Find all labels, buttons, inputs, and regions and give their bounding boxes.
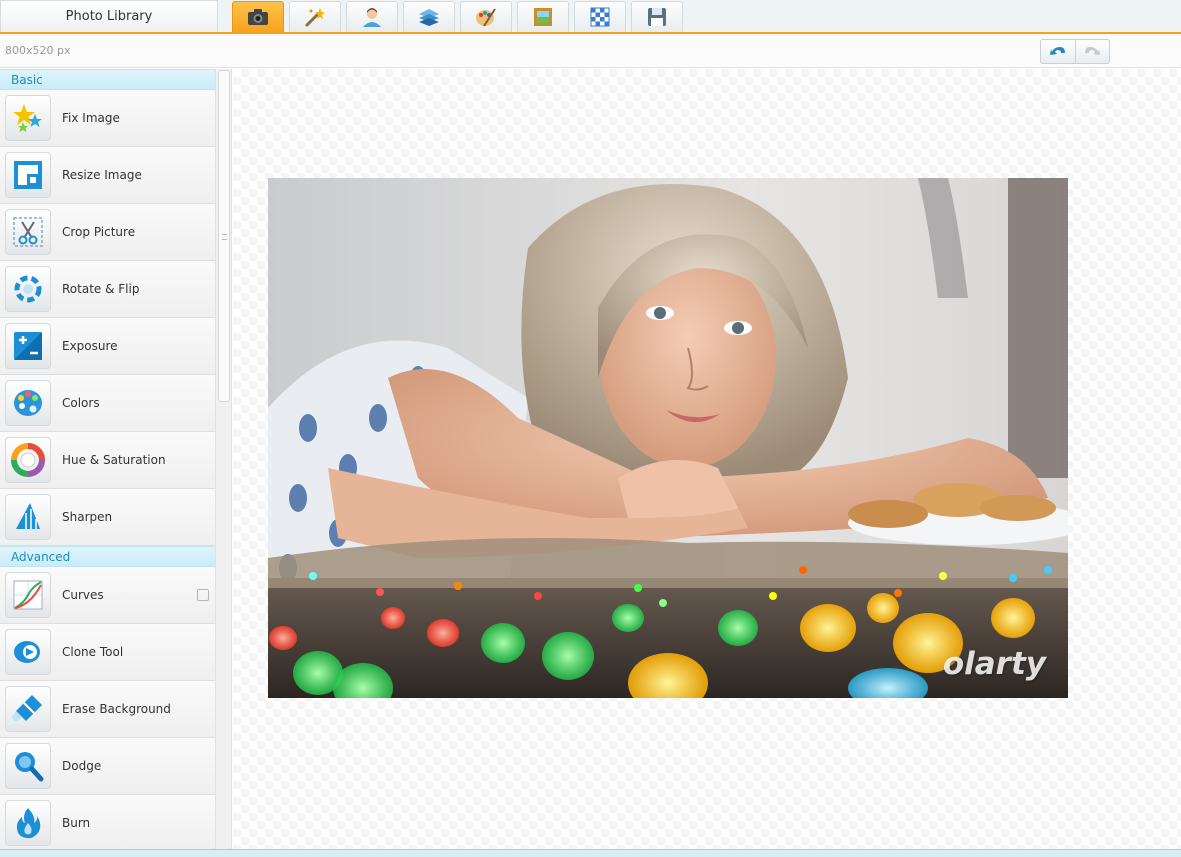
transparency-icon <box>590 7 610 27</box>
tool-label: Exposure <box>62 339 118 353</box>
tab-save[interactable] <box>631 1 683 32</box>
sidebar-scrollbar[interactable] <box>215 69 232 857</box>
bottom-bar <box>0 849 1181 857</box>
tab-layers[interactable] <box>403 1 455 32</box>
tab-transparency[interactable] <box>574 1 626 32</box>
clone-icon <box>14 641 40 663</box>
tool-colors[interactable]: Colors <box>0 375 215 432</box>
tool-label: Erase Background <box>62 702 171 716</box>
grip-icon <box>222 234 227 240</box>
tool-curves[interactable]: Curves <box>0 567 215 624</box>
undo-icon <box>1049 46 1065 55</box>
toolbar-tabs <box>232 1 688 32</box>
tool-label: Crop Picture <box>62 225 136 239</box>
tool-hue-saturation[interactable]: Hue & Saturation <box>0 432 215 489</box>
tool-label: Colors <box>62 396 100 410</box>
exposure-icon <box>14 332 42 360</box>
image-dimensions: 800x520 px <box>5 44 71 57</box>
section-basic: Basic <box>0 69 215 90</box>
tool-label: Burn <box>62 816 91 830</box>
tools-sidebar: Basic Fix Image Resize Image Crop Pictur… <box>0 69 215 857</box>
magnifier-icon <box>15 752 44 782</box>
flame-icon <box>16 808 41 839</box>
undo-button[interactable] <box>1041 40 1075 63</box>
external-icon[interactable] <box>197 589 209 601</box>
tab-frames[interactable] <box>517 1 569 32</box>
tool-sharpen[interactable]: Sharpen <box>0 489 215 546</box>
tab-paint[interactable] <box>460 1 512 32</box>
tab-portrait[interactable] <box>346 1 398 32</box>
tool-label: Hue & Saturation <box>62 453 166 467</box>
frame-icon <box>534 8 552 26</box>
tool-label: Fix Image <box>62 111 120 125</box>
camera-icon <box>248 9 268 25</box>
tool-burn[interactable]: Burn <box>0 795 215 852</box>
save-icon <box>648 8 666 26</box>
image-info-bar: 800x520 px <box>0 34 1181 68</box>
redo-icon <box>1085 46 1101 55</box>
tool-exposure[interactable]: Exposure <box>0 318 215 375</box>
tool-label: Dodge <box>62 759 102 773</box>
tool-erase-background[interactable]: Erase Background <box>0 681 215 738</box>
tool-label: Resize Image <box>62 168 142 182</box>
tool-dodge[interactable]: Dodge <box>0 738 215 795</box>
layers-icon <box>419 9 439 26</box>
eraser-icon <box>12 695 42 721</box>
sharpen-icon <box>16 503 40 529</box>
portrait-icon <box>363 8 381 27</box>
tab-effects[interactable] <box>289 1 341 32</box>
watermark-text: olarty <box>942 646 1046 682</box>
stars-icon <box>13 104 42 132</box>
tab-camera[interactable] <box>232 1 284 32</box>
magic-wand-icon <box>305 8 325 27</box>
photo-image <box>268 178 1068 698</box>
resize-icon <box>14 161 42 189</box>
tool-label: Rotate & Flip <box>62 282 140 296</box>
tool-clone-tool[interactable]: Clone Tool <box>0 624 215 681</box>
curves-icon <box>13 580 43 610</box>
tool-fix-image[interactable]: Fix Image <box>0 90 215 147</box>
rotate-icon <box>14 275 42 303</box>
palette-icon <box>476 8 496 27</box>
tool-crop-picture[interactable]: Crop Picture <box>0 204 215 261</box>
top-toolbar: Photo Library <box>0 0 1181 34</box>
scissors-icon <box>13 217 43 247</box>
color-wheel-icon <box>11 443 45 477</box>
photo-library-button[interactable]: Photo Library <box>0 0 218 32</box>
tool-label: Curves <box>62 588 104 602</box>
photo-preview[interactable]: olarty <box>268 178 1068 698</box>
tool-resize-image[interactable]: Resize Image <box>0 147 215 204</box>
tool-label: Clone Tool <box>62 645 124 659</box>
section-advanced: Advanced <box>0 546 215 567</box>
editor-canvas[interactable]: olarty <box>233 69 1181 850</box>
tool-label: Sharpen <box>62 510 113 524</box>
redo-button[interactable] <box>1074 40 1109 63</box>
tool-rotate-flip[interactable]: Rotate & Flip <box>0 261 215 318</box>
scrollbar-thumb[interactable] <box>218 70 230 402</box>
palette-icon <box>14 390 42 416</box>
undo-redo-group <box>1040 39 1110 64</box>
